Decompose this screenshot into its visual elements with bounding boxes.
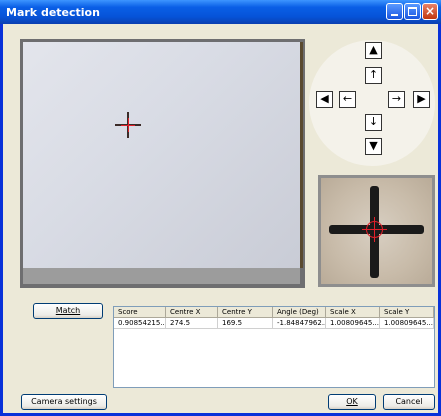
column-header[interactable]: Scale Y [380,307,434,318]
maximize-icon[interactable] [404,3,421,20]
cancel-button[interactable]: Cancel [383,394,435,410]
ok-button[interactable]: OK [328,394,376,410]
jog-right-button[interactable]: → [388,91,405,108]
camera-image [23,42,300,268]
mark-detection-window: Mark detection × ▲ ↑ ◀ ← → ▶ ↓ ▼ Match S… [0,0,441,416]
cell-centre-y: 169.5 [218,318,273,329]
camera-edge [300,42,303,268]
cell-centre-x: 274.5 [166,318,218,329]
detection-marker-horizontal [121,125,135,126]
column-header[interactable]: Score [114,307,166,318]
column-header[interactable]: Scale X [326,307,380,318]
camera-settings-label: Camera settings [31,397,97,406]
cancel-label: Cancel [395,397,423,406]
table-row[interactable]: 0.90854215... 274.5 169.5 -1.84847962...… [114,318,434,329]
template-thumbnail [318,175,435,287]
jog-left-fast-button[interactable]: ◀ [316,91,333,108]
results-table[interactable]: Score Centre X Centre Y Angle (Deg) Scal… [113,306,435,388]
jog-down-fast-button[interactable]: ▼ [365,138,382,155]
camera-settings-button[interactable]: Camera settings [21,394,107,410]
jog-down-button[interactable]: ↓ [365,114,382,131]
minimize-icon[interactable] [386,3,403,20]
column-header[interactable]: Centre Y [218,307,273,318]
jog-right-fast-button[interactable]: ▶ [413,91,430,108]
camera-view[interactable] [20,39,305,288]
jog-left-button[interactable]: ← [339,91,356,108]
window-title: Mark detection [6,6,100,19]
match-button-label: Match [55,306,81,315]
camera-bottom-strip [23,268,300,284]
ok-label: OK [346,397,358,406]
title-bar[interactable]: Mark detection × [0,0,441,24]
match-button[interactable]: Match [33,303,103,319]
cell-angle: -1.84847962... [273,318,326,329]
jog-up-fast-button[interactable]: ▲ [365,42,382,59]
close-icon[interactable]: × [422,3,438,20]
cell-score: 0.90854215... [114,318,166,329]
results-header: Score Centre X Centre Y Angle (Deg) Scal… [114,307,434,318]
jog-up-button[interactable]: ↑ [365,67,382,84]
column-header[interactable]: Centre X [166,307,218,318]
template-marker-horizontal [362,229,387,230]
template-image [321,178,432,284]
cell-scale-x: 1.00809645... [326,318,380,329]
cell-scale-y: 1.00809645... [380,318,434,329]
column-header[interactable]: Angle (Deg) [273,307,326,318]
